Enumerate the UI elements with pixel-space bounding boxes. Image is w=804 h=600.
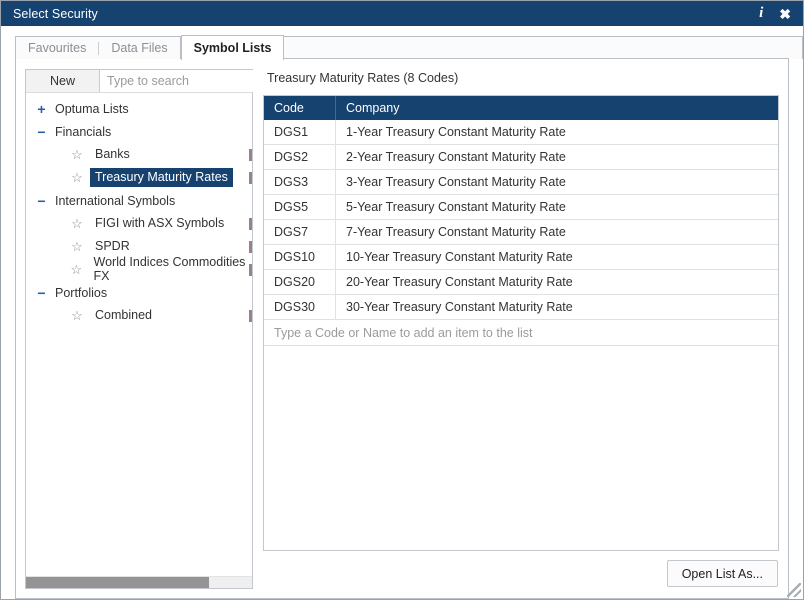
cell-company: 20-Year Treasury Constant Maturity Rate: [335, 269, 778, 295]
tree-group-label: Optuma Lists: [55, 101, 129, 116]
cell-company: 7-Year Treasury Constant Maturity Rate: [335, 219, 778, 245]
table-row[interactable]: DGS30 30-Year Treasury Constant Maturity…: [264, 294, 778, 320]
tab-strip-filler: [284, 36, 803, 59]
sidebar-horizontal-scrollbar[interactable]: [26, 576, 252, 588]
table-header: Code Company: [264, 96, 778, 120]
tree-item-label: Banks: [95, 147, 130, 161]
table-row[interactable]: DGS7 7-Year Treasury Constant Maturity R…: [264, 219, 778, 245]
table-row[interactable]: DGS1 1-Year Treasury Constant Maturity R…: [264, 120, 778, 145]
tree-item-figi-with-asx-symbols[interactable]: ☆ FIGI with ASX Symbols: [26, 212, 252, 235]
add-item-row[interactable]: Type a Code or Name to add an item to th…: [264, 320, 778, 346]
tree-group-label: International Symbols: [55, 193, 176, 208]
tree-group-label: Portfolios: [55, 285, 108, 300]
table-header-row: Code Company: [264, 96, 778, 120]
select-security-dialog: Select Security i ✖ Favourites Data File…: [0, 0, 804, 600]
clipped-edge-marker: [249, 172, 252, 184]
cell-company: 1-Year Treasury Constant Maturity Rate: [335, 120, 778, 145]
cell-code: DGS3: [264, 169, 336, 195]
symbol-lists-sidebar: New + Optuma Lists − Financials ☆ Banks: [25, 69, 268, 589]
tab-favourites[interactable]: Favourites: [16, 37, 98, 59]
tab-group-inactive: Favourites Data Files: [15, 36, 181, 59]
cell-company: 2-Year Treasury Constant Maturity Rate: [335, 144, 778, 170]
panes: New + Optuma Lists − Financials ☆ Banks: [25, 69, 779, 589]
collapse-toggle-icon[interactable]: −: [35, 194, 48, 208]
dialog-footer: Open List As...: [263, 551, 779, 589]
clipped-edge-marker: [249, 218, 252, 230]
collapse-toggle-icon[interactable]: −: [35, 125, 48, 139]
tree-group-international-symbols[interactable]: − International Symbols: [26, 189, 252, 212]
info-icon[interactable]: i: [759, 6, 763, 21]
star-icon[interactable]: ☆: [70, 148, 84, 161]
tree-item-banks[interactable]: ☆ Banks: [26, 143, 252, 166]
cell-company: 30-Year Treasury Constant Maturity Rate: [335, 294, 778, 320]
title-bar: Select Security i ✖: [1, 1, 803, 26]
tree-item-label: Combined: [95, 308, 152, 322]
cell-company: 3-Year Treasury Constant Maturity Rate: [335, 169, 778, 195]
codes-table-container: Code Company DGS1 1-Year Treasury Consta…: [263, 95, 779, 551]
collapse-toggle-icon[interactable]: −: [35, 286, 48, 300]
cell-company: 10-Year Treasury Constant Maturity Rate: [335, 244, 778, 270]
cell-code: DGS30: [264, 294, 336, 320]
resize-grip-icon[interactable]: [787, 583, 801, 597]
cell-code: DGS7: [264, 219, 336, 245]
star-icon[interactable]: ☆: [70, 240, 84, 253]
clipped-edge-marker: [249, 149, 252, 161]
tree-item-label: Treasury Maturity Rates: [90, 168, 233, 187]
tree-group-portfolios[interactable]: − Portfolios: [26, 281, 252, 304]
tab-symbol-lists[interactable]: Symbol Lists: [180, 35, 285, 60]
cell-code: DGS20: [264, 269, 336, 295]
table-body: DGS1 1-Year Treasury Constant Maturity R…: [264, 120, 778, 320]
table-row[interactable]: DGS2 2-Year Treasury Constant Maturity R…: [264, 144, 778, 170]
clipped-edge-marker: [249, 241, 252, 253]
expand-toggle-icon[interactable]: +: [35, 102, 48, 116]
new-list-button[interactable]: New: [26, 70, 100, 92]
cell-code: DGS10: [264, 244, 336, 270]
column-header-company[interactable]: Company: [335, 96, 778, 120]
star-icon[interactable]: ☆: [70, 263, 83, 276]
title-bar-actions: i ✖: [759, 6, 795, 21]
star-icon[interactable]: ☆: [70, 309, 84, 322]
tree-item-combined[interactable]: ☆ Combined: [26, 304, 252, 327]
table-row[interactable]: DGS10 10-Year Treasury Constant Maturity…: [264, 244, 778, 270]
open-list-as-button[interactable]: Open List As...: [666, 560, 778, 587]
sidebar-toolbar: New: [26, 70, 268, 93]
clipped-edge-marker: [249, 310, 252, 322]
tree-group-label: Financials: [55, 124, 112, 139]
cell-code: DGS5: [264, 194, 336, 220]
tree-item-treasury-maturity-rates[interactable]: ☆ Treasury Maturity Rates: [26, 166, 252, 189]
star-icon[interactable]: ☆: [70, 171, 84, 184]
column-header-code[interactable]: Code: [264, 96, 336, 120]
table-row[interactable]: DGS20 20-Year Treasury Constant Maturity…: [264, 269, 778, 295]
tree-item-label: FIGI with ASX Symbols: [95, 216, 225, 230]
tree-group-optuma-lists[interactable]: + Optuma Lists: [26, 97, 252, 120]
cell-code: DGS2: [264, 144, 336, 170]
tab-data-files[interactable]: Data Files: [99, 37, 179, 59]
list-detail-pane: Treasury Maturity Rates (8 Codes) Code C…: [263, 69, 779, 589]
tab-bar: Favourites Data Files Symbol Lists: [1, 35, 803, 60]
cell-code: DGS1: [264, 120, 336, 145]
clipped-edge-marker: [249, 264, 252, 276]
dialog-content: New + Optuma Lists − Financials ☆ Banks: [15, 59, 789, 599]
table-row[interactable]: DGS5 5-Year Treasury Constant Maturity R…: [264, 194, 778, 220]
star-icon[interactable]: ☆: [70, 217, 84, 230]
list-title: Treasury Maturity Rates (8 Codes): [267, 71, 459, 85]
table-row[interactable]: DGS3 3-Year Treasury Constant Maturity R…: [264, 169, 778, 195]
codes-table: Code Company DGS1 1-Year Treasury Consta…: [264, 96, 778, 320]
window-title: Select Security: [13, 6, 98, 21]
symbol-list-tree[interactable]: + Optuma Lists − Financials ☆ Banks ☆ Tr…: [26, 93, 252, 576]
scrollbar-thumb[interactable]: [26, 577, 210, 588]
tree-item-world-indices-commodities-fx[interactable]: ☆ World Indices Commodities FX: [26, 255, 252, 283]
search-input[interactable]: [100, 70, 268, 92]
tree-group-financials[interactable]: − Financials: [26, 120, 252, 143]
cell-company: 5-Year Treasury Constant Maturity Rate: [335, 194, 778, 220]
close-icon[interactable]: ✖: [779, 7, 791, 21]
